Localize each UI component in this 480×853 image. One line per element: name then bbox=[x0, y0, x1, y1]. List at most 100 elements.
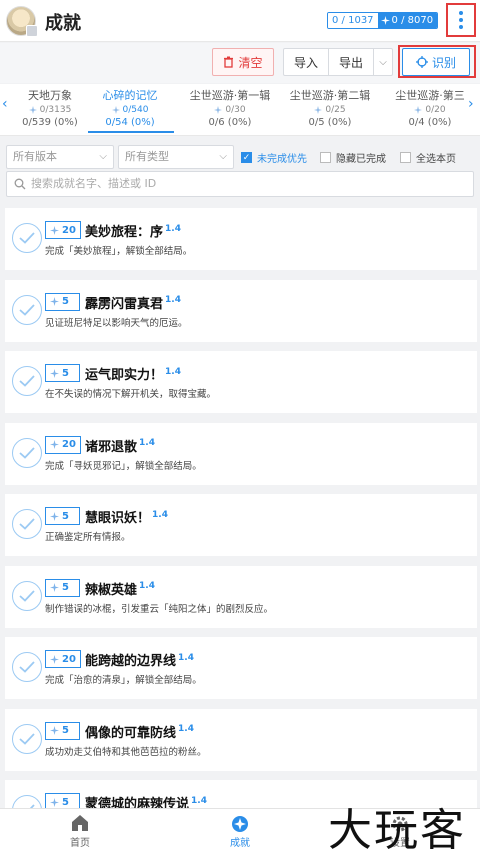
clear-button[interactable]: 清空 bbox=[212, 48, 274, 76]
search-icon bbox=[14, 178, 26, 190]
achievement-desc: 制作错误的冰棍，引发重云「纯阳之体」的剧烈反应。 bbox=[45, 603, 274, 615]
clear-label: 清空 bbox=[238, 55, 263, 70]
reward-badge: 5 bbox=[45, 507, 80, 525]
tab-progress: 0/54 (0%) bbox=[105, 117, 155, 128]
search-input[interactable]: 搜索成就名字、描述或 ID bbox=[6, 171, 474, 197]
watermark-logo: 大玩客 bbox=[328, 805, 466, 853]
version-tag: 1.4 bbox=[178, 652, 194, 663]
recognize-button[interactable]: 识别 bbox=[402, 48, 470, 76]
checkbox-icon bbox=[400, 152, 411, 163]
primogem-icon bbox=[314, 106, 323, 114]
complete-toggle[interactable] bbox=[12, 366, 42, 396]
tab-count-value: 0/540 bbox=[122, 105, 149, 115]
more-menu-button[interactable] bbox=[446, 3, 476, 37]
nav-home[interactable]: 首页 bbox=[40, 814, 120, 849]
reward-value: 5 bbox=[62, 582, 69, 593]
export-button[interactable]: 导出 bbox=[328, 48, 374, 76]
achievement-card[interactable]: 5 偶像的可靠防线 1.4 成功劝走艾伯特和其他芭芭拉的粉丝。 bbox=[5, 708, 477, 771]
achievement-card[interactable]: 5 慧眼识妖！ 1.4 正确鉴定所有情报。 bbox=[5, 494, 477, 556]
primogem-icon bbox=[414, 106, 423, 114]
version-tag: 1.4 bbox=[139, 438, 155, 449]
achievement-desc: 完成「美妙旅程」，解锁全部结局。 bbox=[45, 246, 193, 257]
achievement-card[interactable]: 20 美妙旅程：序 1.4 完成「美妙旅程」，解锁全部结局。 bbox=[5, 208, 477, 270]
complete-toggle[interactable] bbox=[12, 509, 42, 539]
reward-badge: 20 bbox=[45, 221, 81, 239]
achievement-name: 偶像的可靠防线 bbox=[85, 725, 177, 741]
tab-category[interactable]: 尘世巡游·第一辑 0/30 0/6 (0%) bbox=[180, 87, 280, 128]
achievement-name: 慧眼识妖！ bbox=[85, 511, 151, 526]
tab-count: 0/540 bbox=[80, 105, 180, 115]
reward-badge: 5 bbox=[45, 292, 80, 311]
check-icon bbox=[19, 375, 35, 387]
achievement-card[interactable]: 5 霹雳闪雷真君 1.4 见证班尼特足以影响天气的厄运。 bbox=[5, 279, 477, 342]
achievement-card[interactable]: 20 能跨越的边界线 1.4 完成「治愈的清泉」，解锁全部结局。 bbox=[5, 637, 477, 699]
check-icon bbox=[19, 732, 35, 745]
chevron-down-icon: ⌵ bbox=[219, 151, 227, 162]
reward-value: 5 bbox=[62, 296, 69, 307]
primogem-icon bbox=[28, 106, 37, 114]
type-select-label: 所有类型 bbox=[125, 150, 169, 163]
tab-category[interactable]: 尘世巡游·第三 0/20 0/4 (0%) bbox=[380, 87, 480, 128]
export-dropdown-button[interactable]: ⌵ bbox=[373, 48, 393, 76]
complete-toggle[interactable] bbox=[12, 580, 42, 611]
tab-category[interactable]: 心碎的记忆 0/540 0/54 (0%) bbox=[80, 87, 180, 128]
tab-count: 0/25 bbox=[280, 105, 380, 115]
version-tag: 1.4 bbox=[191, 795, 207, 806]
tab-progress: 0/5 (0%) bbox=[308, 117, 352, 128]
primogem-icon bbox=[50, 797, 59, 807]
primogem-icon bbox=[380, 16, 390, 25]
complete-toggle[interactable] bbox=[12, 294, 42, 325]
achievement-title: 诸邪退散 1.4 bbox=[85, 436, 155, 455]
check-icon bbox=[19, 518, 35, 530]
primogem-icon bbox=[50, 297, 59, 306]
unfinished-first-checkbox[interactable]: ✓ 未完成优先 bbox=[241, 150, 307, 165]
achievement-card[interactable]: 5 辣椒英雄 1.4 制作错误的冰棍，引发重云「纯阳之体」的剧烈反应。 bbox=[5, 565, 477, 628]
check-icon bbox=[19, 232, 35, 244]
primogem-icon bbox=[50, 368, 59, 378]
chevron-right-icon[interactable]: › bbox=[468, 96, 474, 112]
nav-achievements[interactable]: 成就 bbox=[200, 814, 280, 849]
check-icon bbox=[19, 661, 35, 673]
primogem-icon bbox=[50, 440, 59, 449]
select-page-checkbox[interactable]: 全选本页 bbox=[400, 150, 456, 165]
recognize-label: 识别 bbox=[431, 55, 456, 70]
primogem-icon bbox=[50, 726, 59, 735]
reward-value: 5 bbox=[62, 796, 69, 808]
achievement-title: 能跨越的边界线 1.4 bbox=[85, 650, 194, 669]
chevron-down-icon: ⌵ bbox=[99, 151, 107, 162]
tab-progress: 0/4 (0%) bbox=[408, 117, 452, 128]
filter-bar: 所有版本 ⌵ 所有类型 ⌵ ✓ 未完成优先 隐藏已完成 全选本页 搜索成就名字、描述或… bbox=[0, 140, 480, 202]
nav-home-label: 首页 bbox=[70, 838, 90, 849]
app-header: 成就 0 / 1037 0 / 8070 bbox=[0, 0, 480, 42]
achievement-name: 美妙旅程：序 bbox=[85, 225, 164, 240]
type-select[interactable]: 所有类型 ⌵ bbox=[118, 145, 234, 169]
check-icon bbox=[19, 303, 35, 316]
achievement-name: 诸邪退散 bbox=[85, 439, 138, 455]
hide-finished-checkbox[interactable]: 隐藏已完成 bbox=[320, 150, 386, 165]
tab-count-value: 0/30 bbox=[225, 105, 246, 115]
version-tag: 1.4 bbox=[165, 223, 181, 234]
tab-progress: 0/6 (0%) bbox=[208, 117, 252, 128]
achievement-title: 霹雳闪雷真君 1.4 bbox=[85, 293, 181, 312]
achievement-title: 运气即实力！ 1.4 bbox=[85, 364, 181, 383]
complete-toggle[interactable] bbox=[12, 437, 42, 468]
tab-category[interactable]: 尘世巡游·第二辑 0/25 0/5 (0%) bbox=[280, 87, 380, 128]
import-button[interactable]: 导入 bbox=[283, 48, 329, 76]
version-select[interactable]: 所有版本 ⌵ bbox=[6, 145, 114, 169]
primogem-icon bbox=[214, 106, 223, 114]
avatar[interactable] bbox=[6, 6, 38, 37]
nav-achievements-label: 成就 bbox=[230, 838, 250, 849]
achievement-name: 霹雳闪雷真君 bbox=[85, 296, 164, 312]
tab-count-value: 0/20 bbox=[425, 105, 446, 115]
version-tag: 1.4 bbox=[152, 509, 168, 520]
achievement-card[interactable]: 20 诸邪退散 1.4 完成「寻妖觅邪记」，解锁全部结局。 bbox=[5, 422, 477, 485]
complete-toggle[interactable] bbox=[12, 723, 42, 754]
achievement-desc: 完成「治愈的清泉」，解锁全部结局。 bbox=[45, 675, 202, 686]
complete-toggle[interactable] bbox=[12, 223, 42, 253]
gem-count-wrap: 0 / 8070 bbox=[377, 13, 438, 28]
complete-toggle[interactable] bbox=[12, 652, 42, 682]
completed-count: 0 / 1037 bbox=[328, 13, 378, 28]
reward-value: 5 bbox=[62, 725, 69, 736]
achievement-card[interactable]: 5 运气即实力！ 1.4 在不失误的情况下解开机关，取得宝藏。 bbox=[5, 351, 477, 413]
active-tab-indicator bbox=[88, 131, 174, 133]
